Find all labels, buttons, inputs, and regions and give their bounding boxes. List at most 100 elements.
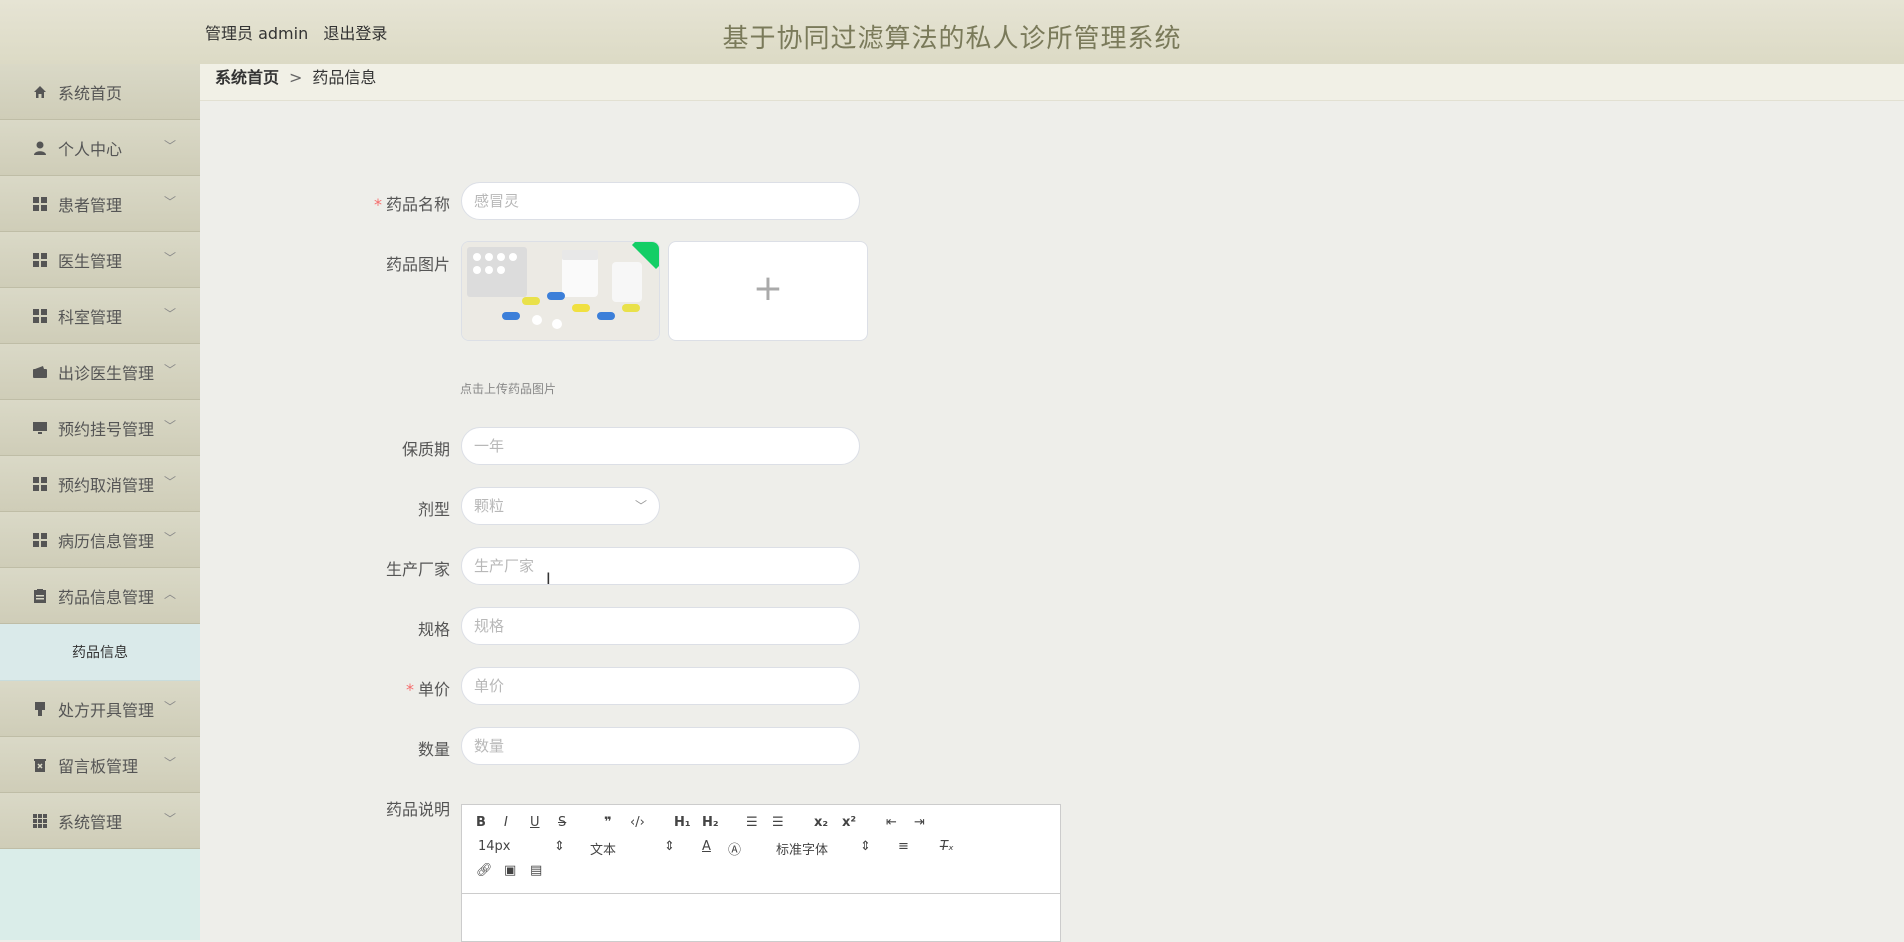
chevron-down-icon: ﹀: [163, 307, 176, 321]
apps-icon: [32, 813, 48, 829]
link-icon[interactable]: 🔗︎: [476, 863, 493, 878]
image-icon[interactable]: ▣: [504, 863, 516, 878]
chevron-up-icon: ︿: [163, 587, 176, 601]
outdent-icon[interactable]: ⇤: [886, 815, 897, 830]
sidebar-item-label: 医生管理: [58, 251, 123, 271]
ordered-list-icon[interactable]: ☰: [746, 815, 758, 830]
user-icon: [32, 140, 48, 156]
updown-icon: ⇕: [860, 839, 871, 854]
price-label: * 单价: [405, 680, 450, 699]
heading1-icon[interactable]: H₁: [674, 815, 691, 830]
font-family-select[interactable]: 标准字体: [776, 839, 828, 858]
heading2-icon[interactable]: H₂: [702, 815, 719, 830]
underline-icon[interactable]: U: [530, 815, 540, 830]
sidebar-item-label: 出诊医生管理: [58, 363, 155, 383]
paragraph-select[interactable]: 文本: [590, 839, 616, 858]
shelf-life-input[interactable]: 一年: [461, 427, 860, 465]
shelf-life-label: 保质期: [401, 440, 450, 459]
sidebar-item-label: 科室管理: [58, 307, 123, 327]
chevron-down-icon: ﹀: [163, 475, 176, 489]
chevron-down-icon: ﹀: [163, 812, 176, 826]
spec-input[interactable]: 规格: [461, 607, 860, 645]
text-cursor-icon: I: [546, 569, 551, 588]
font-size-select[interactable]: 14px: [478, 839, 511, 854]
sidebar-item-label: 患者管理: [58, 195, 123, 215]
italic-icon[interactable]: I: [504, 815, 508, 830]
grid-icon: [32, 308, 48, 324]
superscript-icon[interactable]: x²: [842, 815, 856, 830]
quantity-input[interactable]: 数量: [461, 727, 860, 765]
spec-label: 规格: [417, 620, 450, 639]
chevron-down-icon: ﹀: [163, 363, 176, 377]
sidebar-item-messages[interactable]: 留言板管理 ﹀: [0, 737, 200, 793]
breadcrumb: 系统首页 > 药品信息: [200, 64, 1904, 101]
dosage-form-label: 剂型: [417, 500, 450, 519]
image-label: 药品图片: [385, 255, 450, 274]
clipboard-icon: [32, 588, 48, 604]
editor-toolbar: B I U S ❞ ‹/› H₁ H₂ ☰ ☰ x₂ x² ⇤ ⇥ 14px ⇕…: [462, 805, 1060, 894]
bold-icon[interactable]: B: [476, 815, 486, 830]
sidebar-item-prescriptions[interactable]: 处方开具管理 ﹀: [0, 681, 200, 737]
sidebar-item-doctors[interactable]: 医生管理 ﹀: [0, 232, 200, 288]
sidebar: 系统首页 个人中心 ﹀ 患者管理 ﹀ 医生管理 ﹀ 科室管理 ﹀ 出诊医生管理 …: [0, 64, 200, 940]
sidebar-item-label: 系统首页: [58, 83, 123, 103]
chevron-down-icon: ﹀: [163, 139, 176, 153]
sidebar-item-home[interactable]: 系统首页: [0, 64, 200, 120]
image-upload-button[interactable]: +: [668, 241, 868, 341]
code-icon[interactable]: ‹/›: [630, 815, 645, 830]
sidebar-item-label: 系统管理: [58, 812, 123, 832]
name-input[interactable]: 感冒灵: [461, 182, 860, 220]
sidebar-item-label: 处方开具管理: [58, 700, 155, 720]
stamp-icon: [32, 701, 48, 717]
strike-icon[interactable]: S: [558, 815, 566, 830]
sidebar-item-label: 个人中心: [58, 139, 123, 159]
sidebar-item-departments[interactable]: 科室管理 ﹀: [0, 288, 200, 344]
manufacturer-input[interactable]: 生产厂家: [461, 547, 860, 585]
sidebar-item-medical-records[interactable]: 病历信息管理 ﹀: [0, 512, 200, 568]
breadcrumb-separator: >: [289, 68, 303, 87]
required-mark: *: [373, 195, 382, 214]
name-label: * 药品名称: [373, 195, 450, 214]
quote-icon[interactable]: ❞: [604, 815, 612, 830]
home-icon: [32, 84, 48, 100]
dosage-form-select[interactable]: 颗粒 ﹀: [461, 487, 660, 525]
sidebar-item-on-duty-doctors[interactable]: 出诊医生管理 ﹀: [0, 344, 200, 400]
chevron-down-icon: ﹀: [163, 251, 176, 265]
wallet-icon: [32, 364, 48, 380]
sidebar-item-system[interactable]: 系统管理 ﹀: [0, 793, 200, 849]
background-color-icon[interactable]: Ⓐ: [728, 839, 741, 858]
bullet-list-icon[interactable]: ☰: [772, 815, 784, 830]
description-label: 药品说明: [385, 800, 450, 819]
sidebar-item-appointments[interactable]: 预约挂号管理 ﹀: [0, 400, 200, 456]
indent-icon[interactable]: ⇥: [914, 815, 925, 830]
monitor-icon: [32, 420, 48, 436]
chevron-down-icon: ﹀: [163, 419, 176, 433]
font-color-icon[interactable]: A: [702, 839, 711, 854]
description-editor[interactable]: B I U S ❞ ‹/› H₁ H₂ ☰ ☰ x₂ x² ⇤ ⇥ 14px ⇕…: [461, 804, 1061, 942]
manufacturer-label: 生产厂家: [385, 560, 450, 579]
breadcrumb-home[interactable]: 系统首页: [215, 68, 279, 87]
quantity-label: 数量: [417, 740, 450, 759]
grid-icon: [32, 196, 48, 212]
sidebar-item-label: 病历信息管理: [58, 531, 155, 551]
sidebar-item-cancellations[interactable]: 预约取消管理 ﹀: [0, 456, 200, 512]
medicine-image-thumbnail[interactable]: [461, 241, 660, 341]
sidebar-item-profile[interactable]: 个人中心 ﹀: [0, 120, 200, 176]
dosage-form-value: 颗粒: [474, 497, 505, 515]
sidebar-item-label: 预约取消管理: [58, 475, 155, 495]
sidebar-item-patients[interactable]: 患者管理 ﹀: [0, 176, 200, 232]
sidebar-subitem-medicine-info[interactable]: 药品信息: [0, 624, 200, 681]
sidebar-item-label: 药品信息管理: [58, 587, 155, 607]
medicine-photo: [462, 242, 659, 340]
breadcrumb-current: 药品信息: [312, 68, 377, 87]
plus-icon: +: [752, 268, 784, 309]
subscript-icon[interactable]: x₂: [814, 815, 828, 830]
app-title: 基于协同过滤算法的私人诊所管理系统: [722, 24, 1182, 54]
video-icon[interactable]: ▤: [530, 863, 542, 878]
chevron-down-icon: ﹀: [163, 700, 176, 714]
price-input[interactable]: 单价: [461, 667, 860, 705]
align-icon[interactable]: ≡: [898, 839, 909, 854]
trash-icon: [32, 757, 48, 773]
clear-format-icon[interactable]: T̶ₓ: [940, 839, 954, 854]
sidebar-item-medicine[interactable]: 药品信息管理 ︿: [0, 568, 200, 624]
